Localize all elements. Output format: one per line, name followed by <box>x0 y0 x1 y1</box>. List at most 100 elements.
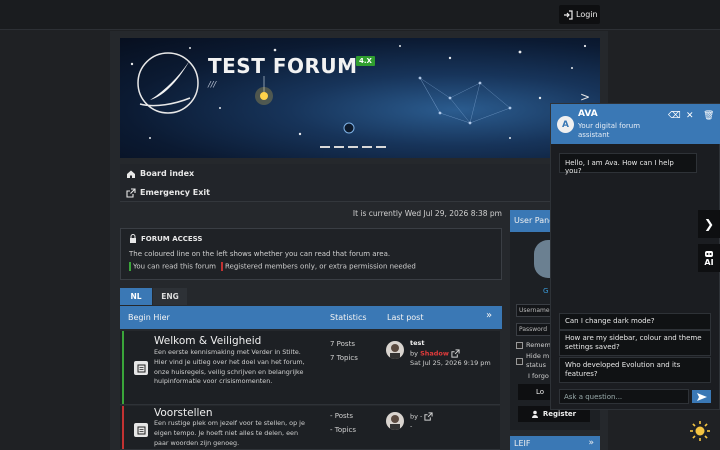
posts-count: - Posts <box>330 412 354 420</box>
avatar[interactable] <box>386 341 404 359</box>
last-post-date: Sat Jul 25, 2026 9:19 pm <box>410 358 491 367</box>
forgot-password-link[interactable]: I forgo <box>528 372 549 381</box>
remember-checkbox[interactable] <box>516 342 523 349</box>
robot-icon <box>705 250 713 257</box>
banner-slide-dots[interactable] <box>320 146 386 148</box>
chat-name: AVA <box>578 109 598 119</box>
access-accent-bar <box>122 406 124 449</box>
last-post-header: Last post <box>387 313 424 322</box>
add-user-icon <box>531 410 538 418</box>
last-post-user[interactable]: Shadow <box>420 349 449 357</box>
slide-dot[interactable] <box>348 146 358 148</box>
forum-icon <box>134 361 148 375</box>
avatar[interactable] <box>386 412 404 430</box>
forum-description: Een rustige plek om jezelf voor te stell… <box>154 419 305 447</box>
legend-green: You can read this forum <box>129 262 216 271</box>
chat-input[interactable]: Ask a question... <box>559 389 689 404</box>
topics-count: 7 Topics <box>330 354 358 362</box>
login-label: Login <box>576 10 598 19</box>
ai-label: AI <box>704 257 714 267</box>
board-index-label: Board index <box>140 169 195 178</box>
slide-dot[interactable] <box>376 146 386 148</box>
side-next-button[interactable]: ❯ <box>698 210 720 238</box>
last-post: test by Shadow Sat Jul 25, 2026 9:19 pm <box>410 339 491 368</box>
ai-assistant-button[interactable]: AI <box>698 244 720 272</box>
banner-title: TEST FORUM <box>208 54 358 78</box>
suggestion-chip[interactable]: Who developed Evolution and its features… <box>559 357 711 383</box>
suggestion-chip[interactable]: How are my sidebar, colour and theme set… <box>559 330 711 356</box>
access-legend: You can read this forum Registered membe… <box>129 262 493 271</box>
red-bar <box>220 262 223 271</box>
current-time: It is currently Wed Jul 29, 2026 8:38 pm <box>352 209 502 218</box>
category-title[interactable]: Begin Hier <box>128 313 170 322</box>
sun-icon[interactable] <box>689 420 711 442</box>
forum-row[interactable]: Welkom & Veiligheid Een eerste kennismak… <box>120 331 500 405</box>
trash-icon[interactable]: 🗑 <box>703 111 714 121</box>
lock-icon <box>130 234 136 243</box>
banner-next-arrow[interactable]: > <box>580 90 590 104</box>
document-icon <box>137 364 145 372</box>
home-icon <box>127 170 135 178</box>
external-link-icon[interactable] <box>424 412 434 421</box>
tab-eng[interactable]: ENG <box>153 288 187 305</box>
statistics-header: Statistics <box>330 313 367 322</box>
document-icon <box>137 426 145 434</box>
register-label: Register <box>542 410 577 418</box>
collapse-chevron-icon[interactable]: » <box>486 310 492 321</box>
banner-subtitle: /// <box>208 80 217 89</box>
leif-title: LEIF <box>514 439 531 448</box>
forum-access-text: The coloured line on the left shows whet… <box>129 250 391 258</box>
external-link-icon <box>126 187 136 198</box>
last-post-by: by <box>410 349 418 357</box>
forum-stats: - Posts - Topics <box>330 409 356 437</box>
chat-widget: A AVA Your digital forum assistant ⌫ ✕ 🗑… <box>550 103 720 410</box>
forum-stats: 7 Posts 7 Topics <box>330 337 358 365</box>
chevron-down-icon[interactable]: » <box>588 438 594 448</box>
forum-title[interactable]: Voorstellen <box>154 407 213 419</box>
forum-title[interactable]: Welkom & Veiligheid <box>154 335 261 347</box>
close-icon[interactable]: ✕ <box>686 111 694 121</box>
bot-message: Hello, I am Ava. How can I help you? <box>559 153 697 175</box>
slide-dot[interactable] <box>362 146 372 148</box>
legend-red: Registered members only, or extra permis… <box>220 262 416 271</box>
forum-icon <box>134 423 148 437</box>
chat-subtitle: Your digital forum assistant <box>578 122 641 139</box>
guest-label: G <box>543 287 549 295</box>
last-post-title[interactable]: test <box>410 339 491 349</box>
hide-status-checkbox[interactable] <box>516 358 523 365</box>
legend-red-label: Registered members only, or extra permis… <box>224 262 416 271</box>
last-post-date: - <box>410 422 413 430</box>
forum-access-title: FORUM ACCESS <box>141 234 203 243</box>
green-bar <box>129 262 131 271</box>
suggestion-chip[interactable]: Can I change dark mode? <box>559 313 711 330</box>
tab-nl[interactable]: NL <box>120 288 152 305</box>
slide-dot[interactable] <box>320 146 330 148</box>
topics-count: - Topics <box>330 426 357 434</box>
version-badge: 4.X <box>356 56 375 66</box>
forum-category-header: Begin Hier Statistics Last post » <box>120 306 502 329</box>
forum-access-heading: FORUM ACCESS <box>129 234 493 243</box>
emergency-exit-label: Emergency Exit <box>140 188 210 197</box>
legend-green-label: You can read this forum <box>133 262 216 271</box>
site-banner: TEST FORUM 4.X /// > <box>120 38 600 158</box>
login-button[interactable]: Login <box>559 5 600 24</box>
posts-count: 7 Posts <box>330 340 355 348</box>
send-button[interactable] <box>692 390 711 403</box>
forum-description: Een eerste kennismaking met Verder in St… <box>154 348 305 386</box>
top-bar: Login <box>0 0 720 30</box>
external-link-icon[interactable] <box>451 348 460 358</box>
forum-access-box: FORUM ACCESS The coloured line on the le… <box>120 228 502 280</box>
divider <box>120 201 552 202</box>
chat-logo: A <box>557 116 574 133</box>
emergency-exit-link[interactable]: Emergency Exit <box>120 183 552 202</box>
access-accent-bar <box>122 331 124 404</box>
eraser-icon[interactable]: ⌫ <box>668 111 681 121</box>
board-index-link[interactable]: Board index <box>120 164 552 183</box>
slide-dot[interactable] <box>334 146 344 148</box>
forum-row[interactable]: Voorstellen Een rustige plek om jezelf v… <box>120 406 500 450</box>
leif-panel-header[interactable]: LEIF » <box>510 436 600 450</box>
last-post-by: by - <box>410 412 423 421</box>
chat-header: A AVA Your digital forum assistant ⌫ ✕ 🗑 <box>551 104 720 144</box>
login-icon <box>564 9 573 20</box>
send-icon <box>696 392 707 401</box>
